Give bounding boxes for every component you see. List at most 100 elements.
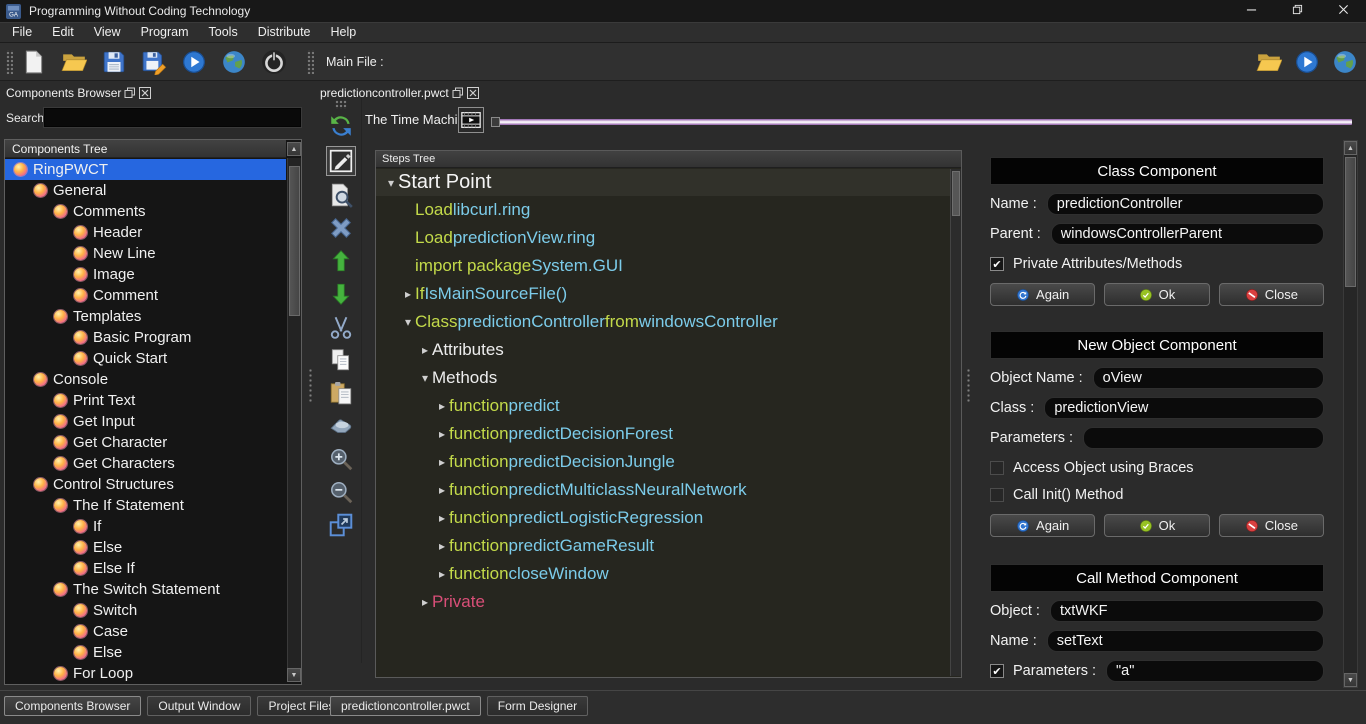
scroll-up-button[interactable] [287, 142, 301, 156]
minimize-button[interactable] [1228, 0, 1274, 22]
object-parameters-input[interactable] [1083, 427, 1324, 449]
run-icon[interactable] [181, 49, 207, 75]
steps-scrollbar[interactable] [950, 169, 961, 676]
menu-distribute[interactable]: Distribute [248, 23, 321, 42]
menu-edit[interactable]: Edit [42, 23, 84, 42]
step-function-predictdecisionjungle[interactable]: ▸function predictDecisionJungle [376, 448, 950, 476]
edit-step-icon[interactable] [326, 146, 356, 176]
close-window-button[interactable] [1320, 0, 1366, 22]
forms-scrollbar[interactable] [1343, 140, 1358, 688]
tree-item-the-switch-statement[interactable]: The Switch Statement [5, 579, 286, 600]
detach-icon[interactable] [328, 512, 354, 538]
step-function-predictdecisionforest[interactable]: ▸function predictDecisionForest [376, 420, 950, 448]
expander-icon[interactable]: ▸ [435, 399, 449, 413]
step-function-predictlogisticregression[interactable]: ▸function predictLogisticRegression [376, 504, 950, 532]
step-load-libcurl-ring[interactable]: Load libcurl.ring [376, 196, 950, 224]
tab-form-designer[interactable]: Form Designer [487, 696, 588, 716]
tree-item-comment[interactable]: Comment [5, 285, 286, 306]
globe-icon[interactable] [1332, 49, 1358, 75]
step-function-closewindow[interactable]: ▸function closeWindow [376, 560, 950, 588]
ok-button[interactable]: Ok [1104, 283, 1209, 306]
find-step-icon[interactable] [328, 182, 354, 208]
call-init-checkbox[interactable] [990, 488, 1004, 502]
step-start-point[interactable]: ▾Start Point [376, 169, 950, 196]
tree-item-control-structures[interactable]: Control Structures [5, 474, 286, 495]
zoom-out-icon[interactable] [328, 479, 354, 505]
splitter-handle-left[interactable] [308, 368, 313, 402]
tree-item-image[interactable]: Image [5, 264, 286, 285]
move-down-icon[interactable] [328, 281, 354, 307]
tab-output-window[interactable]: Output Window [147, 696, 251, 716]
step-import-package-system-gui[interactable]: import package System.GUI [376, 252, 950, 280]
tree-item-for-loop[interactable]: For Loop [5, 663, 286, 683]
refresh-icon[interactable] [328, 113, 354, 139]
menu-tools[interactable]: Tools [199, 23, 248, 42]
menu-view[interactable]: View [84, 23, 131, 42]
expander-icon[interactable]: ▸ [418, 595, 432, 609]
search-input[interactable] [44, 108, 301, 127]
tree-item-console[interactable]: Console [5, 369, 286, 390]
step-function-predictgameresult[interactable]: ▸function predictGameResult [376, 532, 950, 560]
class-name-input[interactable] [1047, 193, 1324, 215]
parameters-checkbox[interactable] [990, 664, 1004, 678]
close-icon[interactable] [139, 87, 151, 99]
scrollbar-thumb[interactable] [952, 171, 960, 216]
menu-file[interactable]: File [2, 23, 42, 42]
step-load-predictionview-ring[interactable]: Load predictionView.ring [376, 224, 950, 252]
mainfile-grip[interactable] [307, 50, 314, 74]
tree-item-get-characters[interactable]: Get Characters [5, 453, 286, 474]
scroll-up-button[interactable] [1344, 141, 1357, 155]
step-if-ismainsourcefile[interactable]: ▸If IsMainSourceFile() [376, 280, 950, 308]
save-icon[interactable] [101, 49, 127, 75]
steps-toolbar-grip[interactable] [335, 100, 347, 109]
access-braces-checkbox[interactable] [990, 461, 1004, 475]
restore-button[interactable] [1274, 0, 1320, 22]
move-up-icon[interactable] [328, 248, 354, 274]
paste-icon[interactable] [328, 380, 354, 406]
copy-icon[interactable] [328, 347, 354, 373]
time-machine-play-button[interactable] [458, 107, 484, 133]
tree-item-switch[interactable]: Switch [5, 600, 286, 621]
toolbar-grip[interactable] [6, 50, 13, 74]
tree-item-the-if-statement[interactable]: The If Statement [5, 495, 286, 516]
tree-item-header[interactable]: Header [5, 222, 286, 243]
tree-item-case[interactable]: Case [5, 621, 286, 642]
expander-icon[interactable]: ▸ [435, 567, 449, 581]
expander-icon[interactable]: ▸ [435, 511, 449, 525]
object-name-input[interactable] [1093, 367, 1324, 389]
ok-button[interactable]: Ok [1104, 514, 1209, 537]
close-icon[interactable] [467, 87, 479, 99]
step-methods[interactable]: ▾Methods [376, 364, 950, 392]
tree-item-get-character[interactable]: Get Character [5, 432, 286, 453]
save-as-icon[interactable] [141, 49, 167, 75]
tree-item-if[interactable]: If [5, 516, 286, 537]
tree-item-quick-start[interactable]: Quick Start [5, 348, 286, 369]
menu-program[interactable]: Program [131, 23, 199, 42]
expander-icon[interactable]: ▸ [401, 287, 415, 301]
step-attributes[interactable]: ▸Attributes [376, 336, 950, 364]
scroll-down-button[interactable] [287, 668, 301, 682]
private-attributes-checkbox[interactable] [990, 257, 1004, 271]
scroll-down-button[interactable] [1344, 673, 1357, 687]
scrollbar-thumb[interactable] [289, 166, 300, 316]
step-private[interactable]: ▸Private [376, 588, 950, 616]
expander-icon[interactable]: ▸ [435, 539, 449, 553]
open-folder-icon[interactable] [61, 49, 87, 75]
expander-icon[interactable]: ▸ [435, 483, 449, 497]
tree-item-comments[interactable]: Comments [5, 201, 286, 222]
tree-item-new-line[interactable]: New Line [5, 243, 286, 264]
expander-icon[interactable]: ▸ [418, 343, 432, 357]
delete-step-icon[interactable] [328, 215, 354, 241]
again-button[interactable]: Again [990, 514, 1095, 537]
step-function-predict[interactable]: ▸function predict [376, 392, 950, 420]
class-parent-input[interactable] [1051, 223, 1324, 245]
step-function-predictmulticlassneuralnetwork[interactable]: ▸function predictMulticlassNeuralNetwork [376, 476, 950, 504]
expander-icon[interactable]: ▾ [418, 371, 432, 385]
close-button[interactable]: Close [1219, 514, 1324, 537]
tab-predictioncontroller-pwct[interactable]: predictioncontroller.pwct [330, 696, 481, 716]
time-machine-slider[interactable] [494, 119, 1352, 125]
tree-item-else-if[interactable]: Else If [5, 558, 286, 579]
tree-item-print-text[interactable]: Print Text [5, 390, 286, 411]
tab-components-browser[interactable]: Components Browser [4, 696, 141, 716]
eraser-icon[interactable] [328, 413, 354, 439]
